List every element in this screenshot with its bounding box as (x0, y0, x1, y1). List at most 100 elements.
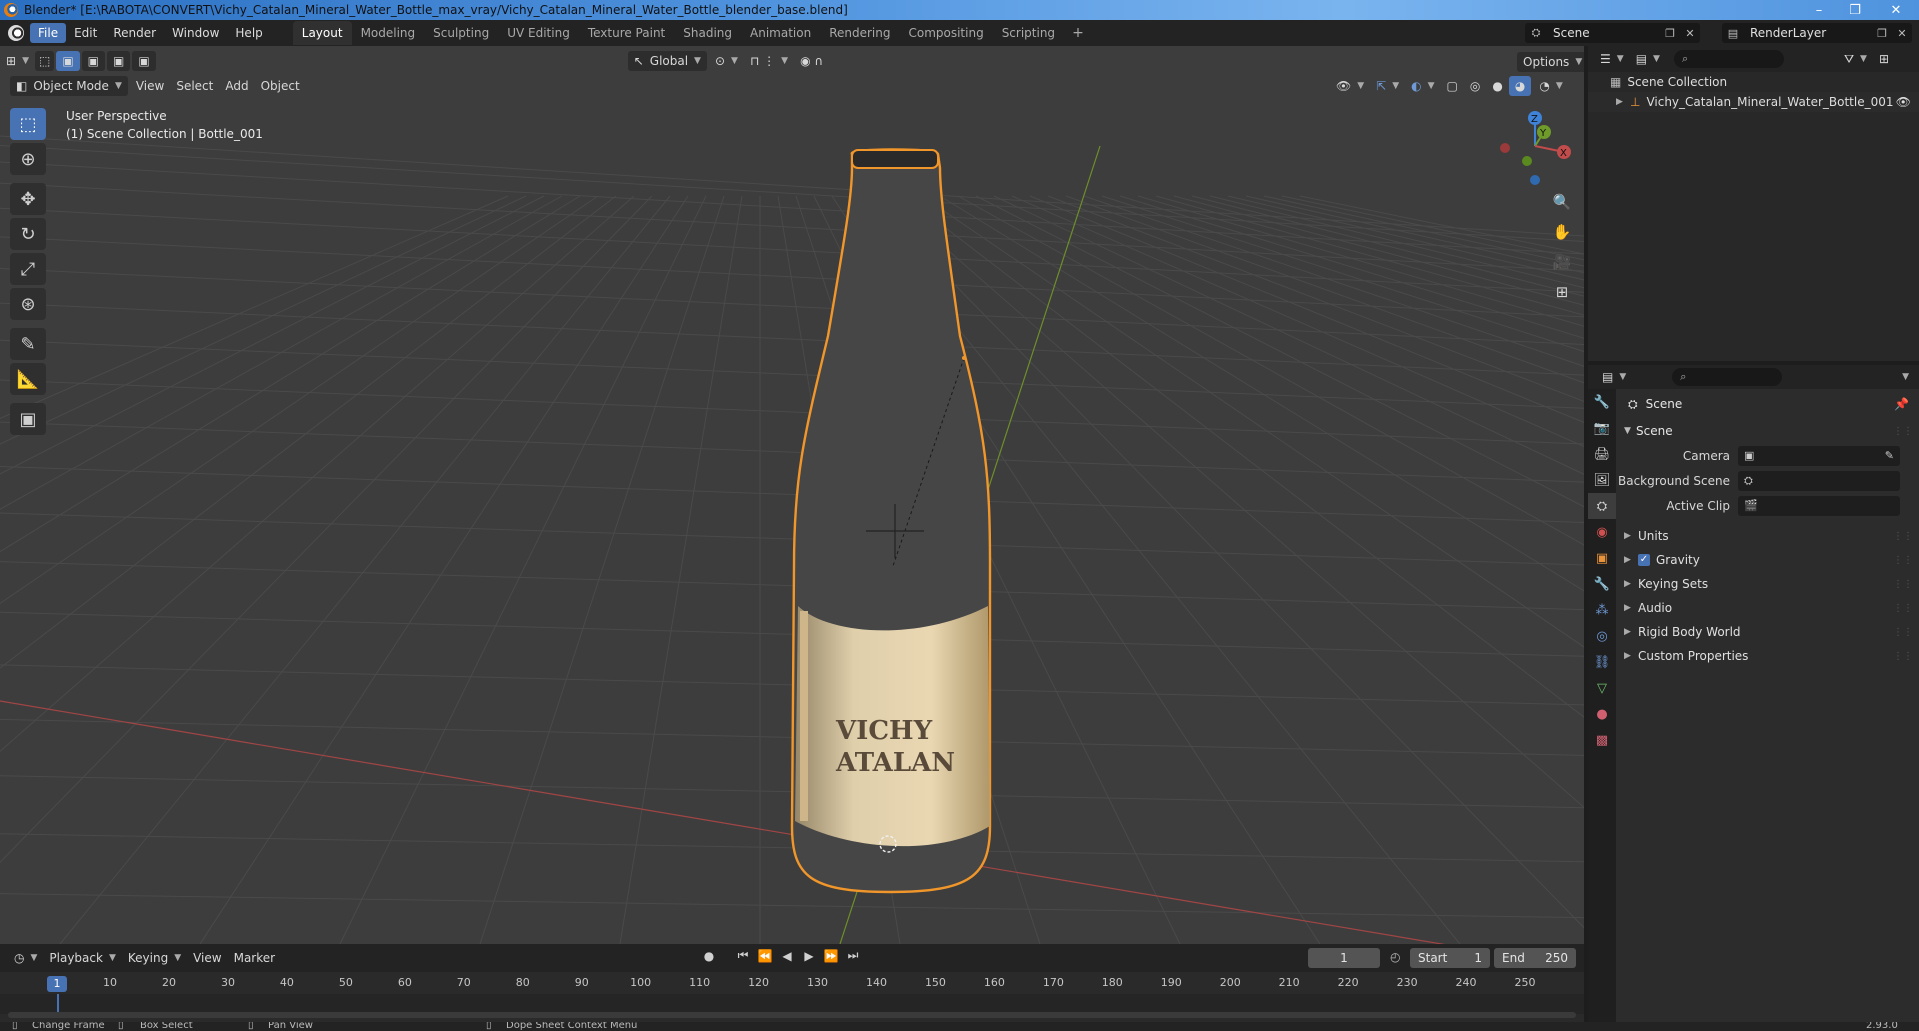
expand-arrow-icon[interactable]: ▶ (1624, 579, 1638, 589)
current-frame-field[interactable]: 1 (1308, 948, 1380, 968)
data-tab-icon[interactable]: ▽ (1588, 675, 1616, 701)
minimize-button[interactable]: – (1801, 0, 1837, 20)
drag-grip-icon[interactable]: ⋮⋮ (1893, 579, 1913, 590)
select-new-icon[interactable]: ▣ (56, 51, 80, 71)
end-frame-field[interactable]: End 250 (1494, 948, 1576, 968)
record-icon[interactable]: ● (700, 949, 718, 963)
frame-ruler[interactable]: 1 10 20 30 40 50 60 70 80 90 100 110 120 130 140 150 160… (0, 972, 1584, 994)
tab-modeling[interactable]: Modeling (352, 21, 425, 45)
audio-panel[interactable]: ▶ Audio ⋮⋮ (1616, 596, 1919, 620)
scene-name[interactable]: Scene (1547, 26, 1660, 40)
menu-render[interactable]: Render (105, 23, 164, 43)
axis-gizmo[interactable]: Z Y X (1472, 108, 1582, 188)
new-layer-icon[interactable]: ❐ (1872, 27, 1892, 40)
outliner-row-bottle[interactable]: ▶ ⊥ Vichy_Catalan_Mineral_Water_Bottle_0… (1588, 92, 1919, 112)
overlay-toggle-icon[interactable]: ◐ ▼ (1405, 76, 1440, 96)
expand-arrow-icon[interactable]: ▶ (1624, 531, 1638, 541)
add-workspace-button[interactable]: + (1064, 21, 1092, 45)
select-tool-icon[interactable]: ⬚ (34, 51, 55, 71)
select-invert-icon[interactable]: ▣ (132, 51, 156, 71)
modifier-tab-icon[interactable]: 🔧 (1588, 571, 1616, 597)
gizmo-toggle-icon[interactable]: ⇱ ▼ (1370, 76, 1405, 96)
menu-window[interactable]: Window (164, 23, 227, 43)
timeline-editor-type-icon[interactable]: ◷ ▼ (8, 948, 43, 968)
new-collection-icon[interactable]: ⊞ (1873, 49, 1895, 69)
proportional-edit-icon[interactable]: ◉ ∩ (794, 51, 829, 71)
rigid-body-world-panel[interactable]: ▶ Rigid Body World ⋮⋮ (1616, 620, 1919, 644)
remove-scene-icon[interactable]: ✕ (1680, 27, 1700, 40)
3d-viewport[interactable]: VICHY ATALAN ⊞ ▼ ⬚ ▣ ▣ ▣ ▣ ↖ Global ▼ ⊙ ▼ ⊓… (0, 46, 1584, 944)
drag-grip-icon[interactable]: ⋮⋮ (1893, 531, 1913, 542)
menu-playback[interactable]: Playback ▼ (43, 948, 121, 968)
transform-orientation-dropdown[interactable]: ↖ Global ▼ (627, 51, 707, 71)
pivot-icon[interactable]: ⊙ ▼ (709, 51, 744, 71)
expand-arrow-icon[interactable]: ▶ (1624, 627, 1638, 637)
view-layer-selector[interactable]: ▤ RenderLayer ❐ ✕ (1722, 23, 1912, 43)
tab-uv-editing[interactable]: UV Editing (498, 21, 579, 45)
prev-keyframe-icon[interactable]: ⏪ (756, 949, 774, 963)
menu-timeline-view[interactable]: View (187, 948, 227, 968)
material-tab-icon[interactable]: ● (1588, 701, 1616, 727)
options-dropdown[interactable]: Options ▼ (1517, 52, 1584, 72)
tab-animation[interactable]: Animation (741, 21, 820, 45)
outliner-row-scene-collection[interactable]: ▦ Scene Collection (1588, 72, 1919, 92)
expand-arrow-icon[interactable]: ▶ (1624, 555, 1638, 565)
jump-end-icon[interactable]: ⏭ (844, 948, 862, 963)
tab-scripting[interactable]: Scripting (993, 21, 1064, 45)
tab-compositing[interactable]: Compositing (899, 21, 992, 45)
filter-icon[interactable]: ⛛ ▼ (1838, 49, 1873, 69)
annotate-tool-icon[interactable]: ✎ (10, 328, 46, 360)
timeline-track[interactable] (0, 994, 1584, 1014)
pan-hand-icon[interactable]: ✋ (1548, 218, 1576, 246)
texture-tab-icon[interactable]: ▩ (1588, 727, 1616, 753)
constraints-tab-icon[interactable]: ⛓ (1588, 649, 1616, 675)
drag-grip-icon[interactable]: ⋮⋮ (1893, 627, 1913, 638)
output-tab-icon[interactable]: 🖨 (1588, 441, 1616, 467)
custom-properties-panel[interactable]: ▶ Custom Properties ⋮⋮ (1616, 644, 1919, 668)
zoom-icon[interactable]: 🔍 (1548, 188, 1576, 216)
add-cube-tool-icon[interactable]: ▣ (10, 403, 46, 435)
tab-layout[interactable]: Layout (292, 21, 352, 45)
start-frame-field[interactable]: Start 1 (1410, 948, 1490, 968)
drag-grip-icon[interactable]: ⋮⋮ (1893, 555, 1913, 566)
active-clip-field[interactable]: 🎬 (1738, 495, 1900, 516)
scene-tab-icon[interactable]: ⛭ (1588, 493, 1616, 519)
menu-marker[interactable]: Marker (228, 948, 281, 968)
menu-help[interactable]: Help (227, 23, 270, 43)
transform-tool-icon[interactable]: ⊛ (10, 288, 46, 320)
drag-grip-icon[interactable]: ⋮⋮ (1893, 426, 1913, 437)
xray-icon[interactable]: ▢ (1441, 76, 1464, 96)
maximize-button[interactable]: ❐ (1837, 0, 1873, 20)
particles-tab-icon[interactable]: ⁂ (1588, 597, 1616, 623)
wireframe-shading-icon[interactable]: ◎ (1464, 76, 1486, 96)
move-tool-icon[interactable]: ✥ (10, 183, 46, 215)
pin-icon[interactable]: 📌 (1894, 397, 1909, 411)
clock-icon[interactable]: ◴ (1390, 950, 1400, 964)
camera-view-icon[interactable]: 🎥 (1548, 248, 1576, 276)
expand-arrow-icon[interactable]: ▶ (1624, 651, 1638, 661)
drag-grip-icon[interactable]: ⋮⋮ (1893, 603, 1913, 614)
view-layer-tab-icon[interactable]: 🖼 (1588, 467, 1616, 493)
gravity-panel[interactable]: ▶ ✓ Gravity ⋮⋮ (1616, 548, 1919, 572)
solid-shading-icon[interactable]: ● (1486, 76, 1508, 96)
menu-edit[interactable]: Edit (66, 23, 105, 43)
tab-shading[interactable]: Shading (674, 21, 741, 45)
material-shading-icon[interactable]: ◕ (1508, 76, 1532, 96)
background-scene-field[interactable]: ⛭ (1738, 470, 1900, 491)
world-tab-icon[interactable]: ◉ (1588, 519, 1616, 545)
outliner-search[interactable]: ⌕ (1673, 50, 1784, 68)
object-tab-icon[interactable]: ▣ (1588, 545, 1616, 571)
menu-add[interactable]: Add (219, 76, 254, 96)
render-tab-icon[interactable]: 📷 (1588, 415, 1616, 441)
expand-arrow-icon[interactable]: ▶ (1624, 603, 1638, 613)
editor-type-icon[interactable]: ⊞ ▼ (0, 51, 35, 71)
new-scene-icon[interactable]: ❐ (1660, 27, 1680, 40)
snap-icon[interactable]: ⊓ ⋮ ▼ (744, 51, 794, 71)
camera-field[interactable]: ▣ ✎ (1738, 445, 1900, 466)
cursor-tool-icon[interactable]: ⊕ (10, 143, 46, 175)
menu-view[interactable]: View (130, 76, 170, 96)
display-mode-icon[interactable]: ▤ ▼ (1630, 49, 1666, 69)
outliner-editor-type-icon[interactable]: ☰ ▼ (1594, 49, 1630, 69)
physics-tab-icon[interactable]: ◎ (1588, 623, 1616, 649)
play-reverse-icon[interactable]: ◀ (778, 949, 796, 963)
